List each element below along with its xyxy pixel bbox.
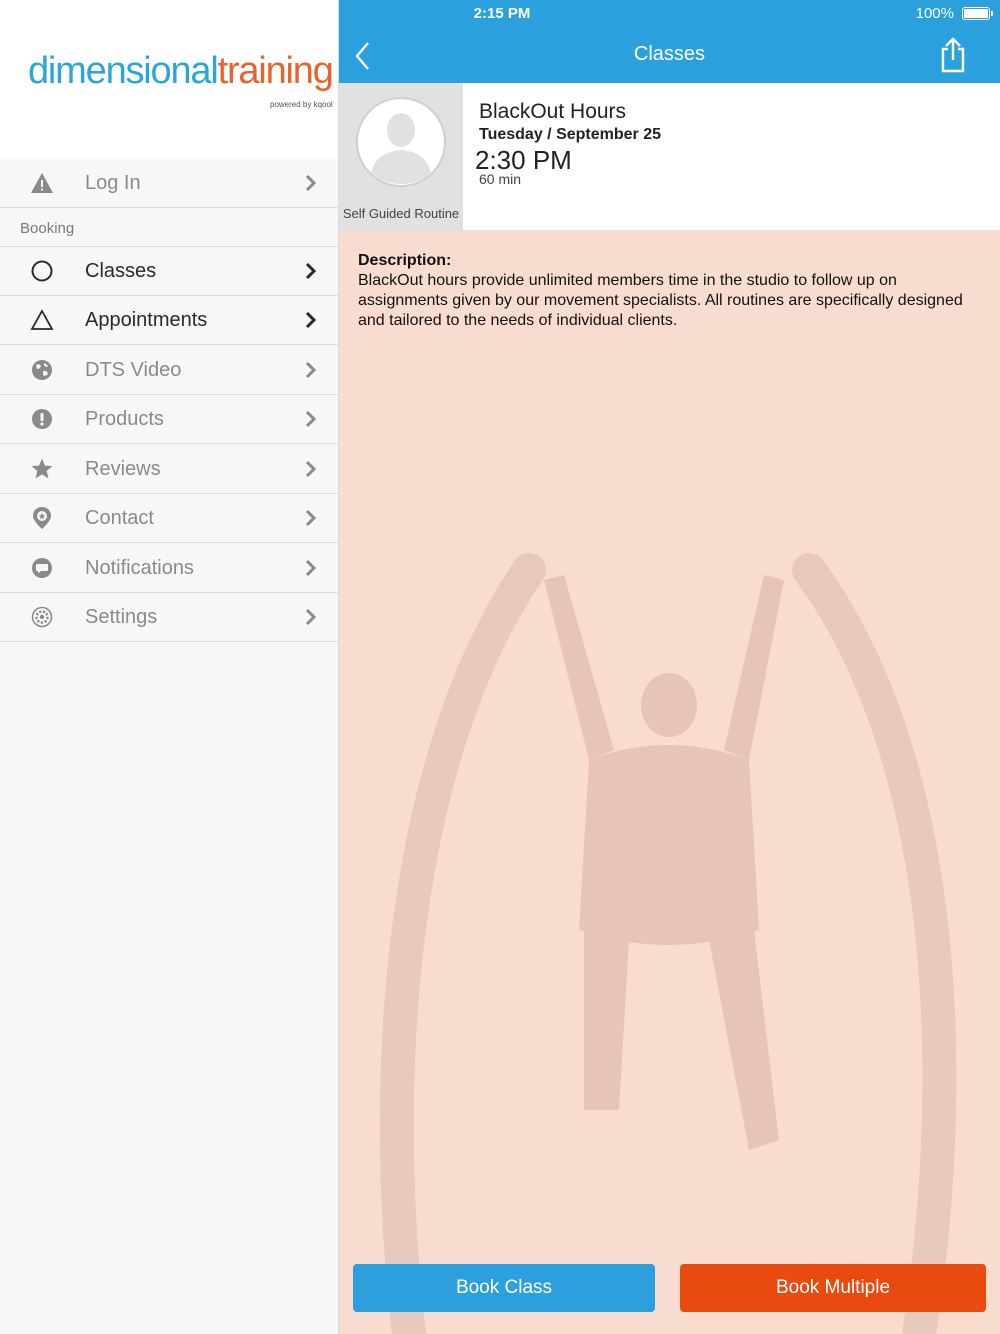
class-name: BlackOut Hours	[479, 100, 627, 123]
class-date: Tuesday / September 25	[479, 126, 661, 143]
chevron-right-icon	[303, 558, 319, 578]
chevron-right-icon	[303, 360, 319, 380]
sidebar-item-settings[interactable]: Settings	[0, 593, 338, 642]
class-summary-card: Self Guided Routine BlackOut Hours Tuesd…	[339, 83, 1000, 231]
warning-icon	[30, 171, 54, 195]
sidebar-item-label: DTS Video	[85, 359, 182, 381]
class-duration: 60 min	[479, 171, 522, 187]
sidebar-item-notifications[interactable]: Notifications	[0, 544, 338, 593]
section-label: Booking	[20, 220, 75, 237]
background-watermark	[379, 553, 957, 1334]
navigation-bar: 2:15 PM 100% Classes	[339, 0, 1000, 83]
chat-bubble-icon	[30, 556, 54, 580]
class-description: Description: BlackOut hours provide unli…	[358, 252, 978, 331]
sidebar-item-label: Classes	[85, 260, 157, 282]
logo-area: dimensionaltraining powered by kqool	[0, 0, 338, 158]
chevron-right-icon	[303, 459, 319, 479]
battery-percent: 100%	[915, 5, 954, 22]
sidebar-item-label: Notifications	[85, 557, 194, 579]
star-icon	[30, 457, 54, 481]
sidebar: dimensionaltraining powered by kqool Log…	[0, 0, 339, 1334]
sidebar-item-label: Products	[85, 408, 164, 430]
sidebar-item-dts-video[interactable]: DTS Video	[0, 346, 338, 395]
sidebar-item-login[interactable]: Log In	[0, 159, 338, 208]
book-class-button[interactable]: Book Class	[353, 1264, 655, 1312]
chevron-right-icon	[303, 409, 319, 429]
logo-text-part2: training	[217, 50, 334, 92]
brand-logo: dimensionaltraining	[28, 50, 334, 93]
status-time: 2:15 PM	[473, 5, 531, 22]
instructor-avatar-box: Self Guided Routine	[339, 83, 463, 231]
sidebar-item-contact[interactable]: Contact	[0, 494, 338, 543]
chevron-right-icon	[303, 310, 319, 330]
section-header-booking: Booking	[0, 208, 338, 247]
description-text: BlackOut hours provide unlimited members…	[358, 272, 963, 329]
globe-icon	[30, 358, 54, 382]
chevron-right-icon	[303, 261, 319, 281]
sidebar-item-label: Log In	[85, 172, 141, 194]
chevron-right-icon	[303, 607, 319, 627]
avatar-caption: Self Guided Routine	[342, 206, 460, 221]
circle-outline-icon	[30, 259, 54, 283]
sidebar-item-reviews[interactable]: Reviews	[0, 445, 338, 494]
exclamation-circle-icon	[30, 407, 54, 431]
location-pin-icon	[30, 506, 54, 530]
sidebar-item-appointments[interactable]: Appointments	[0, 296, 338, 345]
share-icon	[941, 37, 965, 73]
sidebar-item-label: Appointments	[85, 309, 208, 331]
main-content: 2:15 PM 100% Classes Self Guided Routine…	[339, 0, 1000, 1334]
chevron-right-icon	[303, 173, 319, 193]
share-button[interactable]	[937, 36, 969, 74]
description-label: Description:	[358, 252, 452, 269]
sidebar-item-label: Settings	[85, 606, 158, 628]
sidebar-item-label: Reviews	[85, 458, 161, 480]
sidebar-item-label: Contact	[85, 507, 154, 529]
page-title: Classes	[633, 43, 706, 65]
chevron-right-icon	[303, 508, 319, 528]
gear-icon	[30, 605, 54, 629]
sidebar-item-classes[interactable]: Classes	[0, 247, 338, 296]
avatar	[356, 97, 446, 187]
book-multiple-button[interactable]: Book Multiple	[680, 1264, 986, 1312]
logo-subtext: powered by kqool	[270, 100, 333, 109]
triangle-outline-icon	[30, 308, 54, 332]
logo-text-part1: dimensional	[28, 50, 219, 92]
battery-icon	[962, 7, 993, 20]
sidebar-item-products[interactable]: Products	[0, 395, 338, 444]
